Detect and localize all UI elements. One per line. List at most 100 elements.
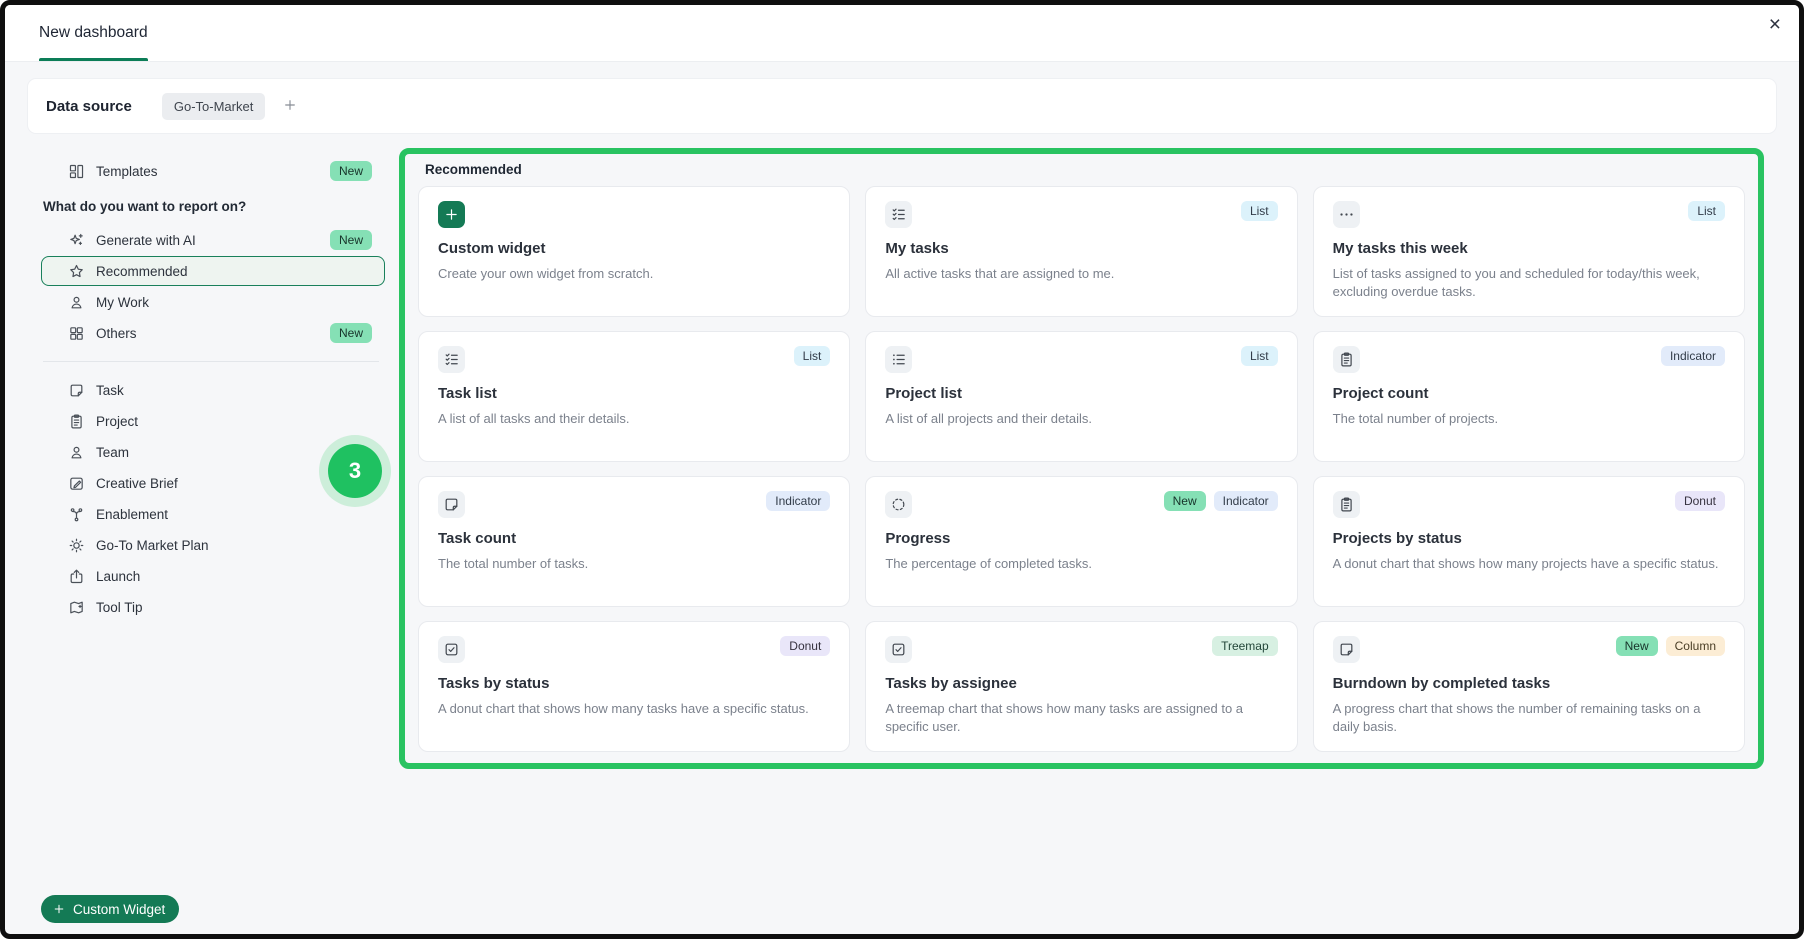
widget-card-my-tasks-this-week[interactable]: ListMy tasks this weekList of tasks assi…: [1313, 186, 1745, 317]
card-badges: Donut: [780, 636, 830, 656]
sidebar-item-enablement[interactable]: Enablement: [41, 499, 385, 529]
card-header: New Column: [1333, 636, 1725, 663]
card-description: All active tasks that are assigned to me…: [885, 265, 1277, 283]
annotation-step-number: 3: [328, 444, 382, 498]
card-description: A progress chart that shows the number o…: [1333, 700, 1725, 737]
content-area: TemplatesNew What do you want to report …: [5, 134, 1799, 769]
note-icon: [1333, 636, 1360, 663]
sidebar-item-templates[interactable]: Templates New: [41, 156, 385, 186]
card-title: Progress: [885, 530, 1277, 547]
sun-icon: [68, 537, 85, 554]
widget-card-my-tasks[interactable]: List My tasks All active tasks that are as…: [865, 186, 1297, 317]
sidebar-item-label: Generate with AI: [96, 233, 319, 248]
sidebar-item-go-to-market-plan[interactable]: Go-To Market Plan: [41, 530, 385, 560]
card-title: Burndown by completed tasks: [1333, 675, 1725, 692]
new-badge: New: [1616, 636, 1658, 656]
sidebar-item-label: Task: [96, 383, 372, 398]
tab-new-dashboard[interactable]: New dashboard: [39, 5, 148, 61]
card-badges: Donut: [1675, 491, 1725, 511]
card-header: Donut: [438, 636, 830, 663]
card-badges: List: [1241, 201, 1278, 221]
sidebar-item-my-work[interactable]: My Work: [41, 287, 385, 317]
dashboard-modal: New dashboard × Data source Go-To-Market…: [0, 0, 1804, 939]
data-source-chip[interactable]: Go-To-Market: [162, 93, 265, 120]
widget-card-tasks-by-assignee[interactable]: TreemapTasks by assigneeA treemap chart …: [865, 621, 1297, 752]
card-header: NewIndicator: [885, 491, 1277, 518]
checklist-icon: [438, 346, 465, 373]
sidebar-item-label: Go-To Market Plan: [96, 538, 372, 553]
card-header: Treemap: [885, 636, 1277, 663]
widget-card-burndown-by-completed-tasks[interactable]: New Column Burndown by completed tasks A pr…: [1313, 621, 1745, 752]
card-badges: List: [794, 346, 831, 366]
card-badges: List: [1241, 346, 1278, 366]
grid-icon: [68, 325, 85, 342]
branch-icon: [68, 506, 85, 523]
widget-card-projects-by-status[interactable]: Donut Projects by status A donut chart tha…: [1313, 476, 1745, 607]
add-data-source-button[interactable]: [279, 95, 301, 117]
sidebar-item-label: Templates: [96, 164, 319, 179]
widget-card-custom-widget[interactable]: Custom widget Create your own widget from…: [418, 186, 850, 317]
card-badges: Indicator: [766, 491, 830, 511]
widget-card-project-count[interactable]: IndicatorProject countThe total number o…: [1313, 331, 1745, 462]
widget-card-tasks-by-status[interactable]: DonutTasks by statusA donut chart that s…: [418, 621, 850, 752]
note-icon: [438, 491, 465, 518]
person-icon: [68, 444, 85, 461]
sidebar-item-label: My Work: [96, 295, 372, 310]
sidebar-item-label: Others: [96, 326, 319, 341]
spinner-icon: [885, 491, 912, 518]
widget-card-project-list[interactable]: ListProject listA list of all projects a…: [865, 331, 1297, 462]
card-description: Create your own widget from scratch.: [438, 265, 830, 283]
card-title: Project count: [1333, 385, 1725, 402]
widget-card-grid: Custom widget Create your own widget from…: [418, 186, 1745, 752]
widget-card-task-list[interactable]: ListTask listA list of all tasks and the…: [418, 331, 850, 462]
card-title: My tasks: [885, 240, 1277, 257]
treemap-badge: Treemap: [1212, 636, 1278, 656]
card-header: List: [438, 346, 830, 373]
sidebar-item-project[interactable]: Project: [41, 406, 385, 436]
card-title: Tasks by status: [438, 675, 830, 692]
card-title: Project list: [885, 385, 1277, 402]
checkbox-icon: [885, 636, 912, 663]
card-description: List of tasks assigned to you and schedu…: [1333, 265, 1725, 302]
card-description: A list of all tasks and their details.: [438, 410, 830, 428]
sidebar-item-launch[interactable]: Launch: [41, 561, 385, 591]
recommended-highlight-box: Recommended Custom widgetCreate your own…: [399, 148, 1764, 769]
card-title: Tasks by assignee: [885, 675, 1277, 692]
sidebar-divider: [43, 361, 379, 362]
card-header: Donut: [1333, 491, 1725, 518]
card-title: Projects by status: [1333, 530, 1725, 547]
new-badge: New: [1164, 491, 1206, 511]
card-header: List: [1333, 201, 1725, 228]
card-description: The total number of tasks.: [438, 555, 830, 573]
sidebar-item-label: Tool Tip: [96, 600, 372, 615]
new-badge: New: [330, 161, 372, 181]
sidebar-item-recommended[interactable]: Recommended: [41, 256, 385, 286]
close-icon[interactable]: ×: [1765, 10, 1785, 39]
checkbox-icon: [438, 636, 465, 663]
card-description: The percentage of completed tasks.: [885, 555, 1277, 573]
sidebar-item-others[interactable]: OthersNew: [41, 318, 385, 348]
new-badge: New: [330, 230, 372, 250]
card-title: Custom widget: [438, 240, 830, 257]
sidebar-item-label: Recommended: [96, 264, 372, 279]
sparkle-icon: [68, 232, 85, 249]
list-badge: List: [1688, 201, 1725, 221]
annotation-step-badge: 3: [319, 435, 391, 507]
card-badges: New Column: [1616, 636, 1725, 656]
card-description: A donut chart that shows how many projec…: [1333, 555, 1725, 573]
donut-badge: Donut: [780, 636, 830, 656]
custom-widget-button[interactable]: Custom Widget: [41, 895, 179, 923]
sidebar-item-label: Project: [96, 414, 372, 429]
widget-card-task-count[interactable]: IndicatorTask countThe total number of t…: [418, 476, 850, 607]
clipboard-icon: [1333, 491, 1360, 518]
sidebar-item-tool-tip[interactable]: Tool Tip: [41, 592, 385, 622]
sidebar-item-generate-with-ai[interactable]: Generate with AI New: [41, 225, 385, 255]
card-badges: List: [1688, 201, 1725, 221]
widget-card-progress[interactable]: NewIndicator Progress The percentage of co…: [865, 476, 1297, 607]
data-source-label: Data source: [46, 98, 132, 115]
sidebar-item-task[interactable]: Task: [41, 375, 385, 405]
checklist-icon: [885, 201, 912, 228]
person-icon: [68, 294, 85, 311]
map-icon: [68, 599, 85, 616]
column-badge: Column: [1666, 636, 1725, 656]
